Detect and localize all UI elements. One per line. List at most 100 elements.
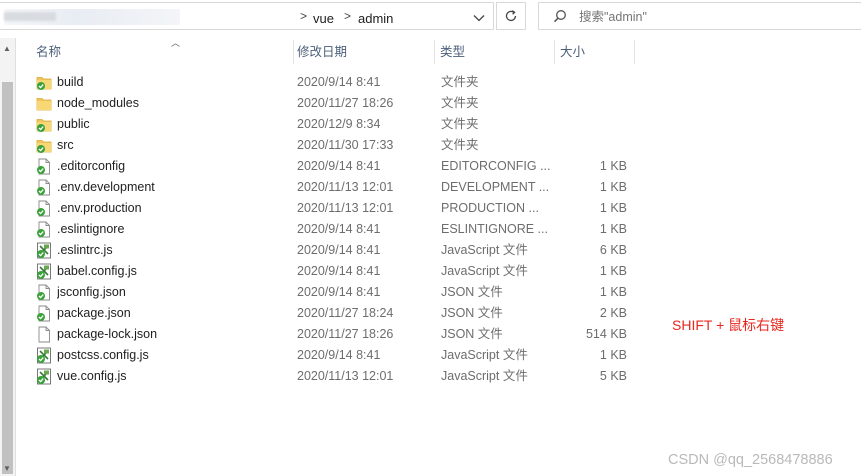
file-row[interactable]: package-lock.json 2020/11/27 18:26 JSON 文件… [16,324,636,345]
file-modified-date: 2020/11/27 18:26 [297,327,394,341]
file-row[interactable]: public 2020/12/9 8:34 文件夹 [16,114,636,135]
file-type: JavaScript 文件 [441,264,528,278]
file-name: postcss.config.js [57,348,149,362]
file-row[interactable]: .env.production 2020/11/13 12:01 PRODUCTIO… [16,198,636,219]
file-icon [36,326,52,343]
file-type: DEVELOPMENT ... [441,180,550,194]
file-size [546,114,627,135]
file-modified-date: 2020/11/13 12:01 [297,201,394,215]
file-type: JavaScript 文件 [441,348,528,362]
watermark: CSDN @qq_2568478886 [668,452,833,468]
column-type[interactable]: 类型 [436,38,552,66]
search-input[interactable] [579,9,839,25]
file-synced-icon [36,200,52,217]
file-row[interactable]: node_modules 2020/11/27 18:26 文件夹 [16,93,636,114]
file-name: .env.development [57,180,155,194]
folder-icon [36,95,52,112]
column-divider[interactable] [634,40,635,64]
address-history-dropdown[interactable] [471,11,487,25]
search-box[interactable] [538,2,861,30]
file-size: 2 KB [599,306,627,320]
chevron-down-icon [473,15,485,22]
file-size: 1 KB [599,264,627,278]
column-name[interactable]: 名称 [32,38,292,66]
address-bar[interactable]: > vue > admin [0,2,494,30]
annotation-text: SHIFT + 鼠标右键 [672,317,785,333]
file-name: .eslintrc.js [57,243,113,257]
breadcrumb-admin[interactable]: admin [358,11,393,26]
refresh-icon [505,10,517,22]
file-size: 1 KB [599,201,627,215]
file-type: JSON 文件 [441,306,503,320]
file-modified-date: 2020/9/14 8:41 [297,243,381,257]
file-size: 1 KB [599,159,627,173]
file-name: build [57,75,84,89]
file-modified-date: 2020/12/9 8:34 [297,117,381,131]
column-divider[interactable] [554,40,555,64]
file-name: .eslintignore [57,222,125,236]
file-type: 文件夹 [441,138,479,152]
file-name: node_modules [57,96,140,110]
js-file-synced-icon [36,263,52,280]
folder-synced-icon [36,116,52,133]
file-type: 文件夹 [441,75,479,89]
scroll-down-arrow-icon[interactable]: ▼ [3,464,11,473]
file-name: babel.config.js [57,264,137,278]
column-divider[interactable] [434,40,435,64]
file-row[interactable]: .eslintrc.js 2020/9/14 8:41 JavaScript 文件 6… [16,240,636,261]
breadcrumb-separator: > [344,9,352,23]
navigation-pane-scrollbar[interactable]: ▲ ▼ [0,38,16,476]
file-row[interactable]: build 2020/9/14 8:41 文件夹 [16,72,636,93]
search-icon [553,10,566,23]
file-row[interactable]: .editorconfig 2020/9/14 8:41 EDITORCONFIG … [16,156,636,177]
file-type: ESLINTIGNORE ... [441,222,548,236]
file-modified-date: 2020/9/14 8:41 [297,75,381,89]
file-name: .editorconfig [57,159,126,173]
file-type: JavaScript 文件 [441,369,528,383]
file-size: 1 KB [599,348,627,362]
folder-synced-icon [36,74,52,91]
file-type: JSON 文件 [441,285,503,299]
file-row[interactable]: package.json 2020/11/27 18:24 JSON 文件 2 KB [16,303,636,324]
scroll-up-arrow-icon[interactable]: ▲ [3,44,11,53]
file-name: .env.production [57,201,142,215]
scrollbar-thumb[interactable] [2,82,13,474]
file-size: 1 KB [599,222,627,236]
file-size: 514 KB [585,327,627,341]
file-row[interactable]: babel.config.js 2020/9/14 8:41 JavaScript … [16,261,636,282]
file-list: build 2020/9/14 8:41 文件夹 node_modules 2020/1… [16,72,636,387]
folder-synced-icon [36,137,52,154]
column-date[interactable]: 修改日期 [293,38,433,66]
file-modified-date: 2020/9/14 8:41 [297,285,381,299]
file-row[interactable]: postcss.config.js 2020/9/14 8:41 JavaScrip… [16,345,636,366]
file-row[interactable]: .env.development 2020/11/13 12:01 DEVELOPM… [16,177,636,198]
file-synced-icon [36,179,52,196]
column-size[interactable]: 大小 [556,38,634,66]
js-file-synced-icon [36,242,52,259]
file-modified-date: 2020/9/14 8:41 [297,222,381,236]
breadcrumb-vue[interactable]: vue [313,11,334,26]
file-row[interactable]: src 2020/11/30 17:33 文件夹 [16,135,636,156]
file-modified-date: 2020/9/14 8:41 [297,264,381,278]
refresh-button[interactable] [496,2,526,30]
file-modified-date: 2020/11/27 18:24 [297,306,394,320]
file-modified-date: 2020/11/27 18:26 [297,96,394,110]
file-synced-icon [36,158,52,175]
file-modified-date: 2020/11/13 12:01 [297,369,394,383]
file-row[interactable]: vue.config.js 2020/11/13 12:01 JavaScript … [16,366,636,387]
file-name: vue.config.js [57,369,127,383]
file-name: public [57,117,90,131]
file-name: src [57,138,74,152]
file-modified-date: 2020/11/30 17:33 [297,138,394,152]
file-row[interactable]: .eslintignore 2020/9/14 8:41 ESLINTIGNORE … [16,219,636,240]
file-size [546,93,627,114]
file-type: JSON 文件 [441,327,503,341]
blurred-path-text [4,12,56,21]
file-size: 1 KB [599,285,627,299]
js-file-synced-icon [36,368,52,385]
column-header: ︿ 名称 修改日期 类型 大小 [16,38,636,66]
file-synced-icon [36,284,52,301]
file-row[interactable]: jsconfig.json 2020/9/14 8:41 JSON 文件 1 KB [16,282,636,303]
file-size: 5 KB [599,369,627,383]
file-size: 1 KB [599,180,627,194]
